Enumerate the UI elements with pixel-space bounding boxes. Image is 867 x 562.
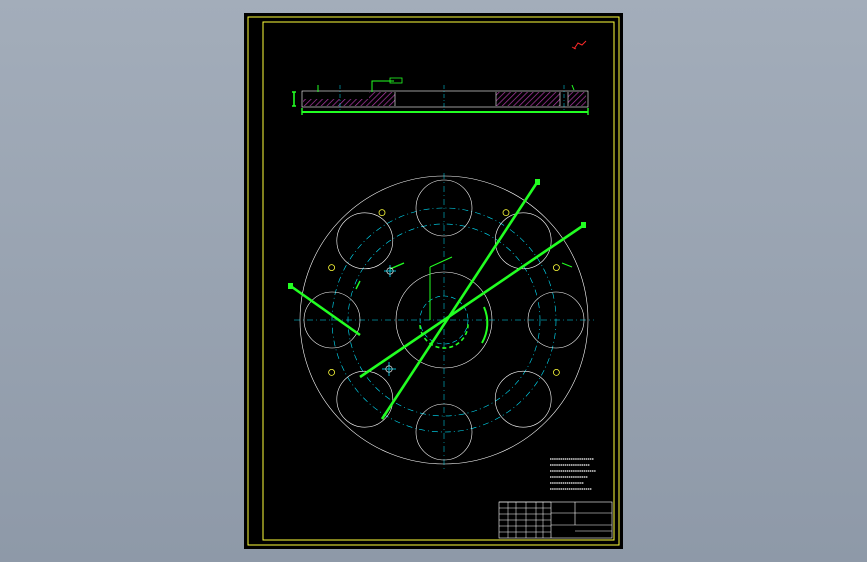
section-line-c: [291, 285, 361, 337]
title-block: [498, 501, 613, 539]
leader-small-1: [355, 280, 361, 290]
dimension-thickness: [292, 91, 296, 107]
section-view: [292, 77, 589, 115]
section-hatch-left: [303, 99, 369, 106]
small-hole: [552, 264, 560, 271]
small-hole: [502, 209, 510, 217]
crosshair-lower: [382, 362, 396, 376]
leader-small-4: [561, 262, 573, 268]
section-hatch-step: [369, 92, 395, 106]
leader-small-2: [389, 262, 405, 270]
drawing-sheet: [244, 13, 623, 549]
section-line-a: [380, 180, 540, 420]
hub-arc: [481, 306, 489, 344]
section-marker-b: [581, 222, 586, 228]
small-hole: [328, 264, 336, 271]
cad-canvas: [247, 16, 620, 546]
section-hatch-right: [496, 92, 560, 106]
small-hole: [328, 369, 336, 376]
section-marker-c: [288, 283, 293, 289]
large-hole: [336, 212, 394, 270]
outer-frame: [247, 16, 620, 546]
dim-tick-right: [571, 84, 575, 91]
section-line-b: [359, 223, 585, 379]
roughness-mark: [571, 40, 587, 50]
plan-view: [288, 173, 594, 469]
section-hatch-end: [568, 92, 586, 106]
small-hole: [378, 209, 386, 217]
section-marker-a: [535, 179, 540, 185]
title-block-grid: [499, 501, 551, 538]
small-hole: [552, 369, 560, 376]
notes-lines: [550, 458, 596, 490]
technical-notes: [550, 458, 596, 490]
